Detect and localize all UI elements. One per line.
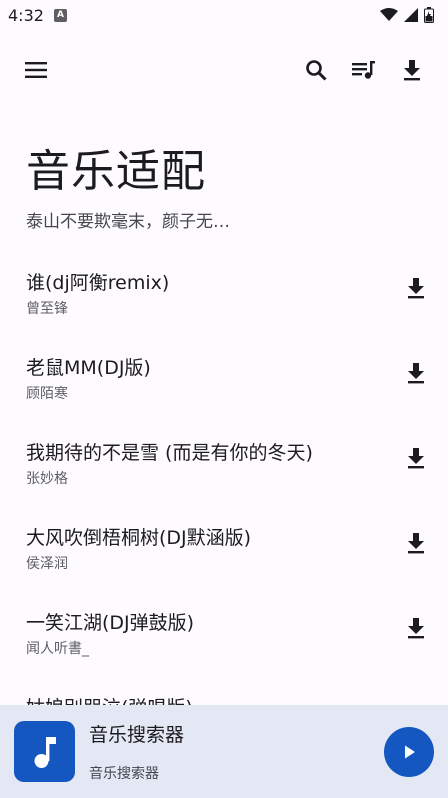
music-note-icon — [34, 736, 56, 768]
song-title: 老鼠MM(DJ版) — [26, 357, 151, 379]
song-list-item[interactable]: 谁(dj阿衡remix) 曾至锋 — [0, 254, 448, 339]
song-title: 大风吹倒梧桐树(DJ默涵版) — [26, 527, 252, 549]
wifi-icon — [380, 8, 398, 21]
page-title: 音乐适配 — [26, 146, 206, 197]
notification-app-icon: A — [53, 8, 67, 22]
song-download-button[interactable] — [398, 440, 434, 476]
song-title: 谁(dj阿衡remix) — [26, 272, 170, 294]
top-app-bar — [0, 44, 448, 96]
song-artist: 张妙格 — [26, 471, 68, 487]
song-artist: 顾陌寒 — [26, 386, 68, 402]
song-list-item[interactable]: 一笑江湖(DJ弹鼓版) 闻人听書_ — [0, 594, 448, 679]
status-bar: 4:32 A — [0, 0, 448, 30]
song-artist: 曾至锋 — [26, 301, 68, 317]
song-list: 谁(dj阿衡remix) 曾至锋 老鼠MM(DJ版) 顾陌寒 我期待的不是雪 (… — [0, 254, 448, 764]
song-list-item[interactable]: 大风吹倒梧桐树(DJ默涵版) 侯泽润 — [0, 509, 448, 594]
song-title: 我期待的不是雪 (而是有你的冬天) — [26, 442, 313, 464]
song-list-item[interactable]: 我期待的不是雪 (而是有你的冬天) 张妙格 — [0, 424, 448, 509]
download-icon — [408, 533, 424, 554]
player-title: 音乐搜索器 — [89, 724, 185, 746]
download-icon — [408, 363, 424, 384]
song-download-button[interactable] — [398, 355, 434, 391]
song-artist: 闻人听書_ — [26, 641, 89, 657]
download-icon — [408, 618, 424, 639]
mini-player[interactable]: 音乐搜索器 音乐搜索器 — [0, 705, 448, 798]
song-download-button[interactable] — [398, 610, 434, 646]
player-text: 音乐搜索器 音乐搜索器 — [89, 720, 384, 783]
download-icon — [404, 60, 420, 81]
download-icon — [408, 448, 424, 469]
song-download-button[interactable] — [398, 525, 434, 561]
song-title: 一笑江湖(DJ弹鼓版) — [26, 612, 195, 634]
page-subtitle: 泰山不要欺毫末，颜子无… — [26, 212, 230, 232]
battery-icon — [424, 7, 434, 23]
song-list-item[interactable]: 老鼠MM(DJ版) 顾陌寒 — [0, 339, 448, 424]
status-time: 4:32 — [8, 5, 44, 25]
player-cover — [14, 721, 75, 782]
queue-music-icon — [352, 61, 375, 79]
queue-music-button[interactable] — [340, 46, 388, 94]
song-artist: 侯泽润 — [26, 556, 68, 572]
menu-button[interactable] — [12, 46, 60, 94]
player-subtitle: 音乐搜索器 — [89, 766, 159, 782]
play-icon — [405, 745, 415, 758]
search-button[interactable] — [292, 46, 340, 94]
download-button[interactable] — [388, 46, 436, 94]
search-icon — [306, 60, 327, 81]
signal-icon — [404, 8, 418, 22]
song-download-button[interactable] — [398, 270, 434, 306]
menu-icon — [25, 62, 47, 78]
status-icons — [380, 7, 434, 23]
play-button[interactable] — [384, 726, 434, 777]
download-icon — [408, 278, 424, 299]
